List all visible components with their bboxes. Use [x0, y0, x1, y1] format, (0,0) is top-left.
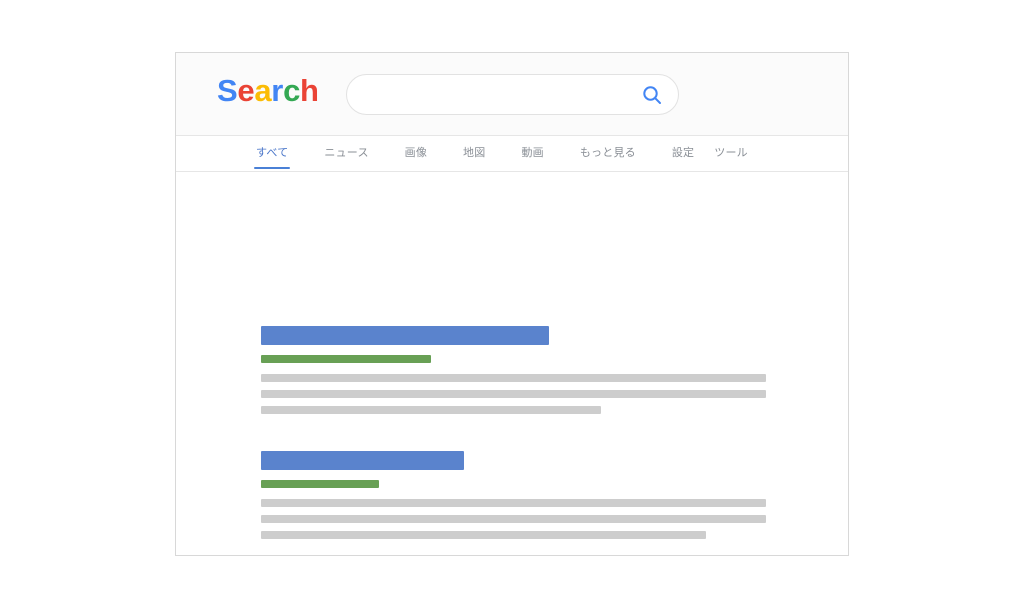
nav-tab-7[interactable]: ツール — [714, 136, 748, 169]
nav-tabs: すべて ニュース 画像 地図 動画 もっと見る 設定 ツール — [176, 136, 848, 172]
nav-tab-5[interactable]: もっと見る — [580, 136, 636, 169]
result-title-placeholder[interactable] — [261, 326, 549, 345]
result-snippet-line-2 — [261, 390, 766, 398]
nav-tab-0[interactable]: すべて — [253, 136, 291, 169]
result-title-placeholder[interactable] — [261, 451, 464, 470]
search-box[interactable] — [346, 74, 679, 115]
nav-tab-3[interactable]: 地図 — [463, 136, 485, 169]
brand-logo[interactable]: Search — [217, 75, 319, 106]
brand-letter-0: S — [217, 73, 238, 108]
result-snippet-line-1 — [261, 374, 766, 382]
brand-letter-1: e — [237, 73, 255, 108]
search-app-window: Search すべて ニュース 画像 地図 動画 もっと見る 設定 ツール — [175, 52, 849, 556]
search-result-2[interactable] — [261, 451, 766, 539]
search-input[interactable] — [365, 75, 635, 114]
result-url-placeholder — [261, 480, 379, 488]
result-snippet-line-3 — [261, 531, 706, 539]
nav-tab-1[interactable]: ニュース — [324, 136, 368, 169]
search-icon — [643, 86, 661, 104]
result-snippet-line-2 — [261, 515, 766, 523]
nav-tab-4[interactable]: 動画 — [521, 136, 543, 169]
nav-tab-6[interactable]: 設定 — [672, 136, 694, 169]
brand-letter-2: a — [254, 73, 272, 108]
result-snippet-line-3 — [261, 406, 601, 414]
brand-letter-3: r — [271, 73, 284, 108]
search-result-1[interactable] — [261, 326, 766, 414]
result-snippet-line-1 — [261, 499, 766, 507]
brand-letter-5: h — [300, 73, 319, 108]
brand-letter-4: c — [283, 73, 301, 108]
search-header: Search — [176, 53, 848, 136]
search-submit-button[interactable] — [640, 83, 664, 107]
result-url-placeholder — [261, 355, 431, 363]
nav-tab-2[interactable]: 画像 — [405, 136, 427, 169]
